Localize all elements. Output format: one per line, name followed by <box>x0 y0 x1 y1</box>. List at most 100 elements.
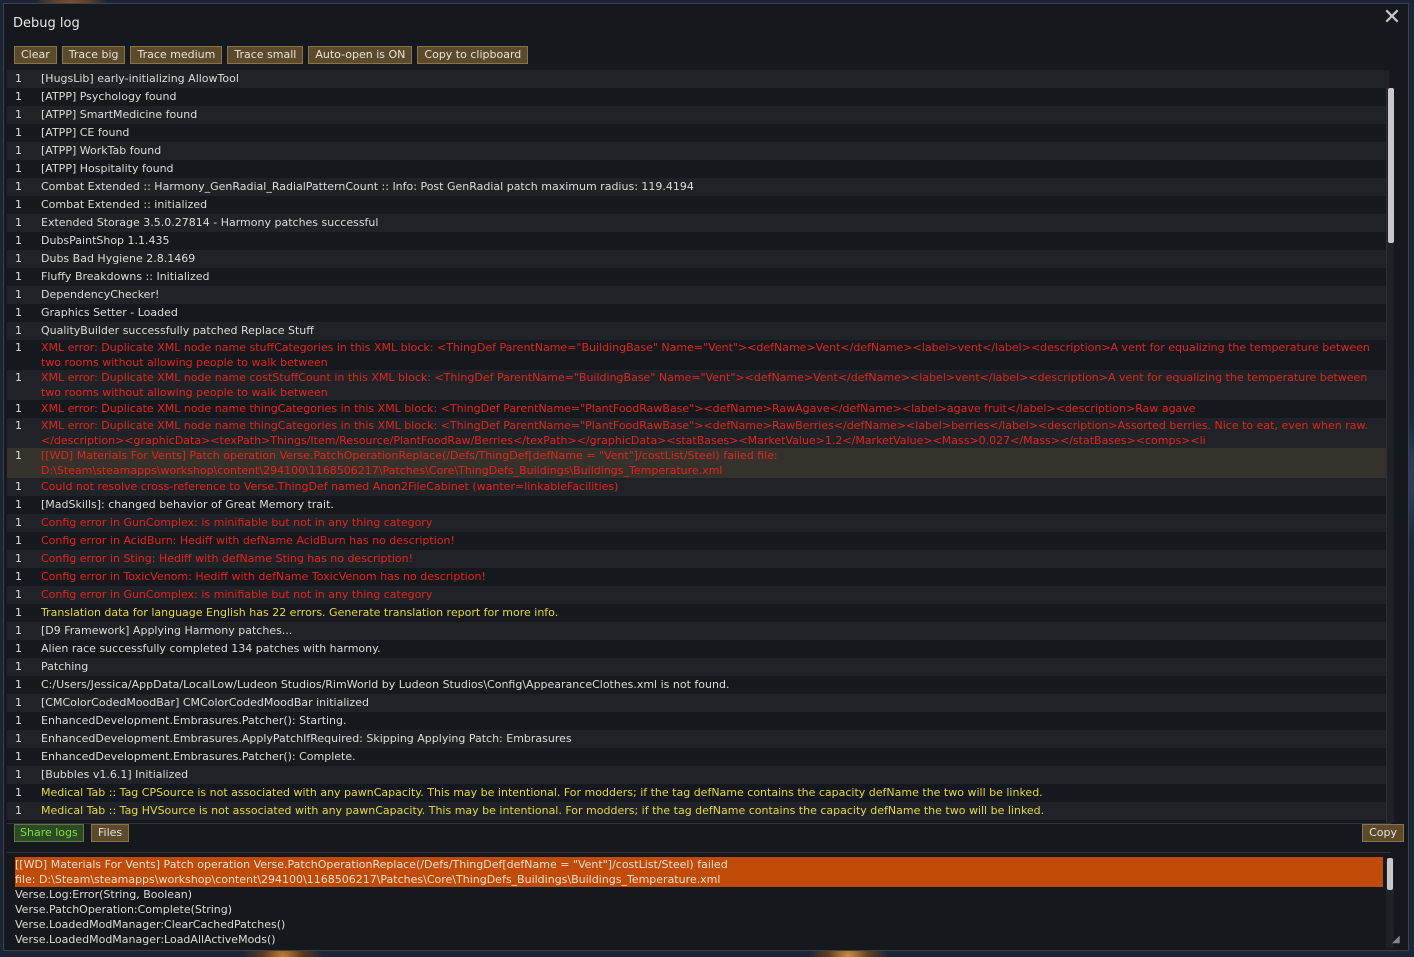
log-row[interactable]: 1 Patching <box>7 658 1389 676</box>
log-row-count: 1 <box>15 144 22 157</box>
trace-medium-button[interactable]: Trace medium <box>130 46 223 64</box>
detail-scrollbar-thumb[interactable] <box>1387 858 1393 890</box>
log-row-count: 1 <box>15 498 22 511</box>
log-row[interactable]: 1 XML error: Duplicate XML node name thin… <box>7 400 1389 418</box>
log-row[interactable]: 1 [ATPP] WorkTab found <box>7 142 1389 160</box>
log-row[interactable]: 1 Graphics Setter - Loaded <box>7 304 1389 322</box>
log-row-message: Patching <box>41 660 89 673</box>
log-row[interactable]: 1 Config error in AcidBurn: Hediff with d… <box>7 532 1389 550</box>
stack-trace-line: [[WD] Materials For Vents] Patch operati… <box>15 857 1383 872</box>
log-row-count: 1 <box>15 516 22 529</box>
log-row-count: 1 <box>15 108 22 121</box>
log-row[interactable]: 1 Translation data for language English h… <box>7 604 1389 622</box>
log-row[interactable]: 1 [Bubbles v1.6.1] Initialized <box>7 766 1389 784</box>
log-row[interactable]: 1 EnhancedDevelopment.Embrasures.Patcher(… <box>7 712 1389 730</box>
log-row-message: [CMColorCodedMoodBar] CMColorCodedMoodBa… <box>41 696 369 709</box>
log-row-count: 1 <box>7 820 41 822</box>
stack-trace-line: Verse.PatchOperation:Complete(String) <box>15 903 233 916</box>
log-row[interactable]: 1 Config error in GunComplex: is minifiab… <box>7 586 1389 604</box>
close-icon[interactable]: ✕ <box>1380 6 1404 30</box>
log-row[interactable]: 1 Medical Tab :: Tag CPSource is not asso… <box>7 784 1389 802</box>
files-button[interactable]: Files <box>91 824 130 842</box>
log-scrollbar-thumb[interactable] <box>1388 88 1394 243</box>
log-row[interactable]: 1Medical Tab :: Tag EVSource is not asso… <box>7 820 1389 822</box>
log-row-message: [HugsLib] early-initializing AllowTool <box>41 72 239 85</box>
log-row[interactable]: 1 Alien race successfully completed 134 p… <box>7 640 1389 658</box>
log-row[interactable]: 1 Config error in ToxicVenom: Hediff with… <box>7 568 1389 586</box>
log-row-count: 1 <box>15 768 22 781</box>
log-row-message: [MadSkills]: changed behavior of Great M… <box>41 498 334 511</box>
copy-button[interactable]: Copy <box>1362 824 1404 842</box>
log-row-count: 1 <box>15 449 22 462</box>
log-row-message: [ATPP] CE found <box>41 126 130 139</box>
log-row[interactable]: 1 Extended Storage 3.5.0.27814 - Harmony … <box>7 214 1389 232</box>
log-row-count: 1 <box>15 624 22 637</box>
stack-trace-panel[interactable]: [[WD] Materials For Vents] Patch operati… <box>7 852 1391 950</box>
log-row-count: 1 <box>15 750 22 763</box>
log-row[interactable]: 1 Combat Extended :: initialized <box>7 196 1389 214</box>
log-row-message: [D9 Framework] Applying Harmony patches.… <box>41 624 293 637</box>
trace-big-button[interactable]: Trace big <box>61 46 126 64</box>
log-row[interactable]: 1 EnhancedDevelopment.Embrasures.Patcher(… <box>7 748 1389 766</box>
log-row[interactable]: 1 Combat Extended :: Harmony_GenRadial_Ra… <box>7 178 1389 196</box>
log-row-count: 1 <box>15 90 22 103</box>
log-row-count: 1 <box>15 198 22 211</box>
log-row-count: 1 <box>15 606 22 619</box>
log-row-count: 1 <box>15 419 22 432</box>
log-row[interactable]: 1 Fluffy Breakdowns :: Initialized <box>7 268 1389 286</box>
log-row-message: Combat Extended :: initialized <box>41 198 208 211</box>
log-row[interactable]: 1 DubsPaintShop 1.1.435 <box>7 232 1389 250</box>
log-row-count: 1 <box>15 480 22 493</box>
resize-handle-icon[interactable]: ◢ <box>1392 934 1404 946</box>
log-row-message: DependencyChecker! <box>41 288 160 301</box>
log-row-count: 1 <box>15 570 22 583</box>
log-row[interactable]: 1 DependencyChecker! <box>7 286 1389 304</box>
log-scrollbar[interactable] <box>1386 88 1394 823</box>
log-row[interactable]: 1 QualityBuilder successfully patched Rep… <box>7 322 1389 340</box>
clear-button[interactable]: Clear <box>14 46 57 64</box>
auto-open-toggle[interactable]: Auto-open is ON <box>308 46 413 64</box>
log-row-count: 1 <box>15 660 22 673</box>
stack-trace-line: Verse.LoadedModManager:LoadAllActiveMods… <box>15 933 276 946</box>
log-row[interactable]: 1 [HugsLib] early-initializing AllowTool <box>7 70 1389 88</box>
log-row-message: Config error in GunComplex: is minifiabl… <box>41 516 433 529</box>
log-row-message: [ATPP] Psychology found <box>41 90 177 103</box>
log-list[interactable]: 1 [HugsLib] early-initializing AllowTool 1… <box>7 70 1389 822</box>
log-row[interactable]: 1 C:/Users/Jessica/AppData/LocalLow/Ludeo… <box>7 676 1389 694</box>
copy-to-clipboard-button[interactable]: Copy to clipboard <box>417 46 529 64</box>
log-row-message: Config error in AcidBurn: Hediff with de… <box>41 534 455 547</box>
log-row[interactable]: 1 [[WD] Materials For Vents] Patch operat… <box>7 448 1389 478</box>
log-row-count: 1 <box>15 126 22 139</box>
log-row-message: Medical Tab :: Tag CPSource is not assoc… <box>41 786 1043 799</box>
log-row[interactable]: 1 [CMColorCodedMoodBar] CMColorCodedMoodB… <box>7 694 1389 712</box>
share-logs-button[interactable]: Share logs <box>14 824 84 842</box>
log-row[interactable]: 1 EnhancedDevelopment.Embrasures.ApplyPat… <box>7 730 1389 748</box>
toolbar: Clear Trace big Trace medium Trace small… <box>14 46 529 64</box>
log-row[interactable]: 1 [ATPP] Psychology found <box>7 88 1389 106</box>
log-row-count: 1 <box>15 402 22 415</box>
log-row-message: XML error: Duplicate XML node name thing… <box>41 402 1196 415</box>
log-row-count: 1 <box>15 216 22 229</box>
log-row[interactable]: 1 Config error in Sting: Hediff with defN… <box>7 550 1389 568</box>
log-row[interactable]: 1 Medical Tab :: Tag HVSource is not asso… <box>7 802 1389 820</box>
log-row[interactable]: 1 [ATPP] CE found <box>7 124 1389 142</box>
log-row-message: Config error in Sting: Hediff with defNa… <box>41 552 414 565</box>
log-row-count: 1 <box>15 341 22 354</box>
log-row-message: [[WD] Materials For Vents] Patch operati… <box>41 449 778 477</box>
log-row[interactable]: 1 [MadSkills]: changed behavior of Great … <box>7 496 1389 514</box>
log-row[interactable]: 1 XML error: Duplicate XML node name thin… <box>7 418 1389 448</box>
log-row-count: 1 <box>15 678 22 691</box>
log-row-message: Dubs Bad Hygiene 2.8.1469 <box>41 252 196 265</box>
log-row[interactable]: 1 [ATPP] Hospitality found <box>7 160 1389 178</box>
trace-small-button[interactable]: Trace small <box>227 46 304 64</box>
log-row[interactable]: 1 [ATPP] SmartMedicine found <box>7 106 1389 124</box>
log-row[interactable]: 1 [D9 Framework] Applying Harmony patches… <box>7 622 1389 640</box>
log-row[interactable]: 1 Could not resolve cross-reference to Ve… <box>7 478 1389 496</box>
log-row[interactable]: 1 XML error: Duplicate XML node name stuf… <box>7 340 1389 370</box>
log-row-count: 1 <box>15 324 22 337</box>
log-row-count: 1 <box>15 162 22 175</box>
log-row[interactable]: 1 Config error in GunComplex: is minifiab… <box>7 514 1389 532</box>
log-row[interactable]: 1 XML error: Duplicate XML node name cost… <box>7 370 1389 400</box>
log-row-message: Translation data for language English ha… <box>41 606 559 619</box>
log-row[interactable]: 1 Dubs Bad Hygiene 2.8.1469 <box>7 250 1389 268</box>
